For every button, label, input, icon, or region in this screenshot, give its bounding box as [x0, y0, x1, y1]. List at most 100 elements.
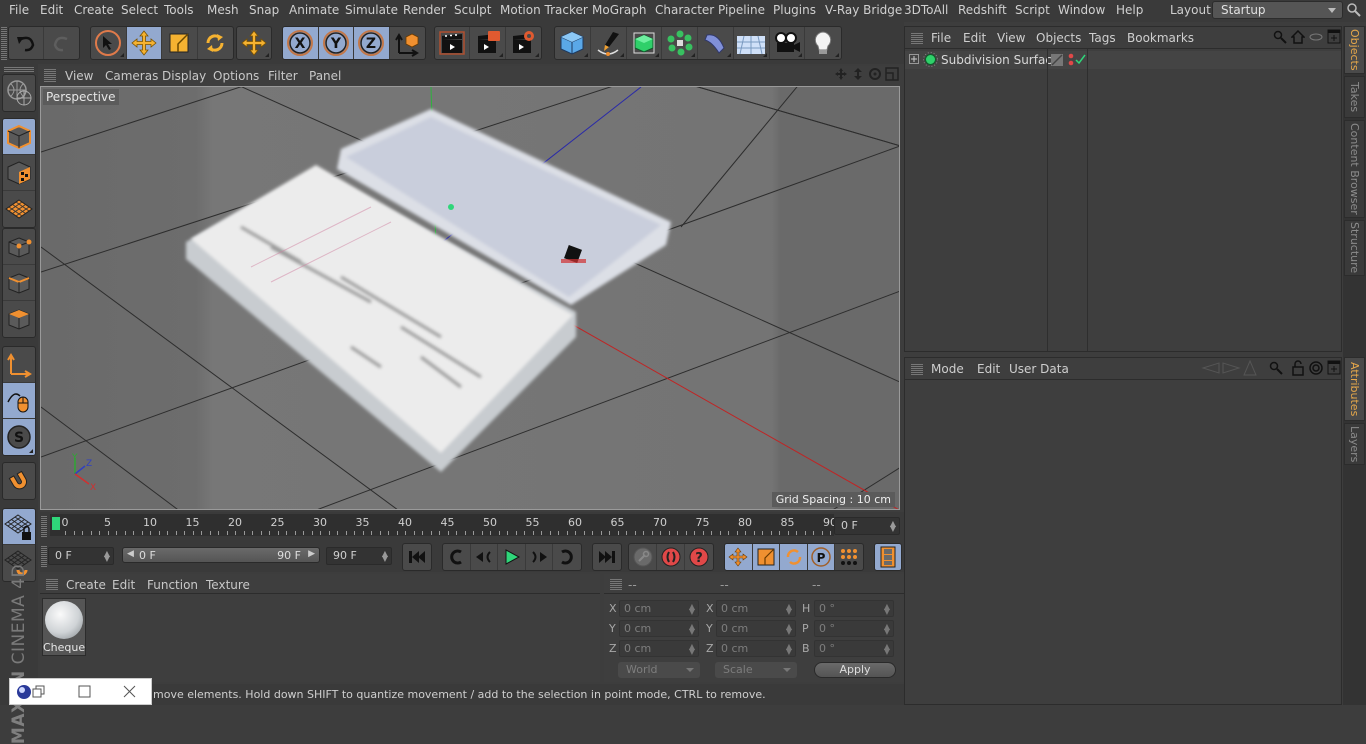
- timeline-window-button[interactable]: [875, 544, 901, 570]
- viewport-menu-cameras[interactable]: Cameras: [105, 69, 158, 83]
- start-frame-field[interactable]: 0 F ▲ ▼: [48, 547, 114, 565]
- cloner-button[interactable]: [662, 27, 698, 59]
- visibility-dots-icon[interactable]: [1067, 53, 1075, 67]
- camera-button[interactable]: [770, 27, 806, 59]
- menu-simulate[interactable]: Simulate: [345, 3, 398, 17]
- perspective-viewport[interactable]: Perspective Y Z X Grid Spacing : 10 cm: [40, 86, 900, 510]
- new-panel-icon[interactable]: [1327, 29, 1341, 44]
- range-right-arrow-icon[interactable]: ▶: [308, 549, 315, 559]
- size-x-field[interactable]: 0 cm ▲ ▼: [716, 600, 796, 617]
- position-x-field[interactable]: 0 cm ▲ ▼: [619, 600, 699, 617]
- menu-character[interactable]: Character: [655, 3, 714, 17]
- lock-open-icon[interactable]: [1291, 360, 1305, 376]
- subdivision-surface-button[interactable]: [627, 27, 663, 59]
- camera-label[interactable]: Perspective: [43, 89, 119, 105]
- scale-button[interactable]: [162, 27, 198, 59]
- next-key-button[interactable]: [553, 544, 581, 570]
- cube-button[interactable]: [555, 27, 591, 59]
- attribute-menu-mode[interactable]: Mode: [931, 362, 964, 376]
- layer-icon[interactable]: [1051, 54, 1063, 66]
- viewport-menu-display[interactable]: Display: [162, 69, 206, 83]
- pan-view-icon[interactable]: [834, 67, 848, 81]
- object-menu-file[interactable]: File: [931, 31, 951, 45]
- tab-structure[interactable]: Structure: [1344, 220, 1365, 276]
- size-y-field[interactable]: 0 cm ▲ ▼: [716, 620, 796, 637]
- close-icon[interactable]: [123, 685, 137, 699]
- menu-3dtoall[interactable]: 3DToAll: [904, 3, 948, 17]
- render-view-button[interactable]: [435, 27, 471, 59]
- snap-button[interactable]: [3, 463, 35, 499]
- material-menu-function[interactable]: Function: [147, 578, 198, 592]
- object-menu-view[interactable]: View: [997, 31, 1025, 45]
- rotate-view-icon[interactable]: [868, 67, 882, 81]
- position-z-field[interactable]: 0 cm ▲ ▼: [619, 640, 699, 657]
- redo-button[interactable]: [44, 27, 79, 59]
- key-position-button[interactable]: [725, 544, 753, 570]
- go-to-end-button[interactable]: [593, 544, 621, 570]
- current-frame-marker[interactable]: [52, 517, 60, 530]
- object-menu-objects[interactable]: Objects: [1036, 31, 1081, 45]
- previous-key-button[interactable]: [443, 544, 471, 570]
- move-button[interactable]: [126, 27, 162, 59]
- maximize-icon[interactable]: [78, 685, 92, 699]
- viewport-menu-options[interactable]: Options: [213, 69, 259, 83]
- object-menu-grip[interactable]: [911, 32, 923, 44]
- axis-mode-button[interactable]: [3, 347, 35, 383]
- filter-icon[interactable]: [1309, 30, 1323, 44]
- attribute-menu-grip[interactable]: [911, 363, 923, 375]
- workplane-button[interactable]: [3, 191, 35, 227]
- menu-pipeline[interactable]: Pipeline: [718, 3, 765, 17]
- rotate-button[interactable]: [198, 27, 233, 59]
- play-button[interactable]: [498, 544, 526, 570]
- make-editable-button[interactable]: [3, 75, 35, 111]
- size-z-field[interactable]: 0 cm ▲ ▼: [716, 640, 796, 657]
- go-to-start-button[interactable]: [403, 544, 431, 570]
- object-menu-bookmarks[interactable]: Bookmarks: [1127, 31, 1194, 45]
- key-rotation-button[interactable]: [780, 544, 808, 570]
- autokeying-button[interactable]: [657, 544, 685, 570]
- size-mode-dropdown[interactable]: Scale: [715, 662, 797, 678]
- zoom-view-icon[interactable]: [851, 67, 865, 81]
- viewport-menu-panel[interactable]: Panel: [309, 69, 341, 83]
- solo-button[interactable]: S: [3, 419, 35, 455]
- frame-range-slider[interactable]: ◀ 0 F 90 F ▶: [122, 547, 320, 563]
- light-button[interactable]: [805, 27, 841, 59]
- tab-objects[interactable]: Objects: [1344, 26, 1365, 74]
- menu-render[interactable]: Render: [403, 3, 446, 17]
- tab-attributes[interactable]: Attributes: [1344, 357, 1365, 421]
- menu-tools[interactable]: Tools: [164, 3, 194, 17]
- search-icon[interactable]: [1273, 30, 1287, 44]
- render-settings-button[interactable]: [506, 27, 541, 59]
- up-arrow-icon[interactable]: [1243, 360, 1257, 376]
- tab-layers[interactable]: Layers: [1344, 423, 1365, 465]
- attribute-menu-edit[interactable]: Edit: [977, 362, 1000, 376]
- viewport-menu-filter[interactable]: Filter: [268, 69, 298, 83]
- keyframe-selection-button[interactable]: ?: [685, 544, 713, 570]
- range-left-arrow-icon[interactable]: ◀: [127, 549, 134, 559]
- object-menu-edit[interactable]: Edit: [963, 31, 986, 45]
- coordinate-grip[interactable]: [610, 578, 622, 590]
- floor-button[interactable]: [734, 27, 770, 59]
- next-frame-button[interactable]: [526, 544, 554, 570]
- expand-icon[interactable]: [909, 54, 920, 65]
- viewport-menu-grip[interactable]: [44, 69, 56, 82]
- menu-window[interactable]: Window: [1058, 3, 1105, 17]
- points-mode-button[interactable]: [3, 229, 35, 265]
- menu-help[interactable]: Help: [1116, 3, 1143, 17]
- y-axis-lock-button[interactable]: Y: [318, 27, 354, 59]
- menu-file[interactable]: File: [9, 3, 29, 17]
- timeline-ruler[interactable]: 0 5 10 15 20 25 30 35 40 45 50 55 60 65 70 75 80 85 90: [50, 514, 837, 536]
- tweak-mode-button[interactable]: [3, 383, 35, 419]
- menu-sculpt[interactable]: Sculpt: [454, 3, 491, 17]
- material-menu-create[interactable]: Create: [66, 578, 106, 592]
- texture-mode-button[interactable]: [3, 155, 35, 191]
- coordinate-system-button[interactable]: [390, 27, 425, 59]
- search-icon[interactable]: [1346, 2, 1362, 18]
- live-selection-button[interactable]: [91, 27, 127, 59]
- x-axis-lock-button[interactable]: X: [283, 27, 319, 59]
- current-frame-field[interactable]: 0 F ▲ ▼: [834, 517, 900, 535]
- object-name[interactable]: Subdivision Surface: [941, 53, 1059, 67]
- home-icon[interactable]: [1291, 30, 1305, 44]
- edges-mode-button[interactable]: [3, 265, 35, 301]
- material-menu-texture[interactable]: Texture: [206, 578, 250, 592]
